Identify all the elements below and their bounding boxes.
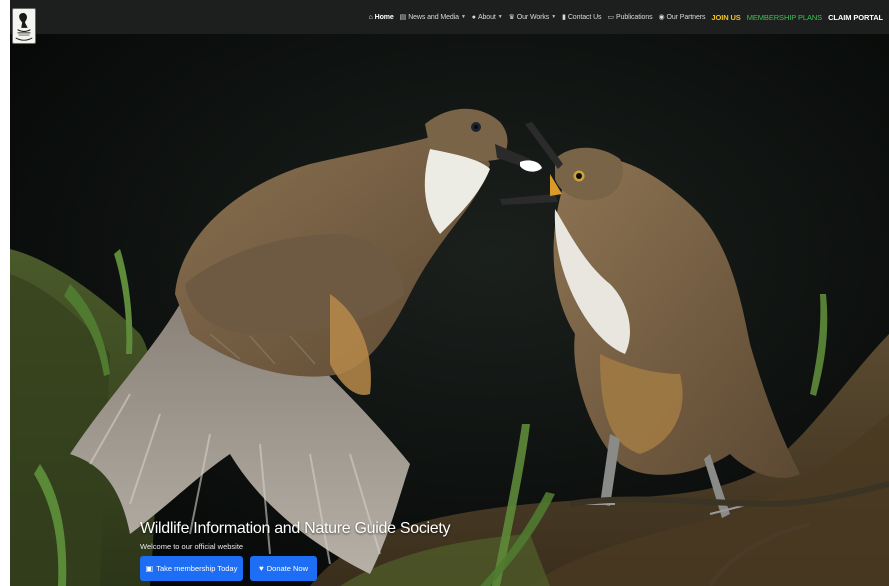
hero-background-birds-image [10, 34, 889, 586]
site-logo[interactable] [12, 8, 36, 44]
hand-heart-icon: ♥ [258, 564, 264, 573]
nav-about-label: About [477, 13, 496, 21]
donate-now-label: Donate Now [266, 564, 309, 573]
main-navigation: ⌂ Home ▤ News and Media ▼ ● About ▼ ♛ Ou… [362, 0, 883, 34]
nav-about[interactable]: ● About ▼ [472, 14, 503, 21]
nav-publications[interactable]: ▭ Publications [607, 14, 652, 21]
info-circle-icon: ● [471, 13, 476, 21]
trophy-icon: ♛ [508, 13, 515, 21]
take-membership-label: Take membership Today [156, 564, 238, 573]
nav-contact-us[interactable]: ▮ Contact Us [562, 14, 601, 21]
nav-claim-label: CLAIM PORTAL [828, 12, 883, 22]
chevron-down-icon: ▼ [460, 14, 466, 20]
nav-publications-label: Publications [615, 13, 653, 21]
nav-membership-plans[interactable]: MEMBERSHIP PLANS [747, 13, 822, 22]
chevron-down-icon: ▼ [551, 14, 557, 20]
donate-now-button[interactable]: ♥ Donate Now [250, 556, 317, 581]
nav-home-label: Home [374, 13, 394, 21]
nav-join-label: JOIN US [711, 12, 741, 22]
hero-banner: Wildlife Information and Nature Guide So… [10, 34, 889, 586]
take-membership-button[interactable]: ▣ Take membership Today [140, 556, 243, 581]
nav-works-label: Our Works [516, 13, 550, 21]
society-crest-icon [15, 13, 33, 41]
nav-claim-portal[interactable]: CLAIM PORTAL [828, 13, 883, 22]
nav-our-works[interactable]: ♛ Our Works ▼ [508, 13, 557, 21]
nav-join-us[interactable]: JOIN US [711, 13, 740, 22]
home-icon: ⌂ [368, 13, 373, 21]
nav-news-label: News and Media [408, 13, 459, 21]
nav-plans-label: MEMBERSHIP PLANS [746, 12, 823, 22]
id-card-icon: ▣ [145, 564, 154, 573]
page: ⌂ Home ▤ News and Media ▼ ● About ▼ ♛ Ou… [0, 0, 889, 586]
hero-title: Wildlife Information and Nature Guide So… [140, 519, 451, 537]
eye-icon: ◉ [658, 13, 665, 21]
chevron-down-icon: ▼ [497, 14, 503, 20]
nav-home[interactable]: ⌂ Home [368, 14, 393, 21]
book-icon: ▭ [607, 13, 614, 21]
newspaper-icon: ▤ [399, 13, 407, 21]
hero-subtitle: Welcome to our official website [140, 541, 244, 551]
nav-partners-label: Our Partners [666, 13, 706, 21]
phone-book-icon: ▮ [562, 13, 566, 21]
nav-contact-label: Contact Us [567, 13, 602, 21]
nav-news-and-media[interactable]: ▤ News and Media ▼ [400, 14, 466, 21]
nav-our-partners[interactable]: ◉ Our Partners [659, 14, 706, 21]
top-navbar: ⌂ Home ▤ News and Media ▼ ● About ▼ ♛ Ou… [10, 0, 889, 34]
